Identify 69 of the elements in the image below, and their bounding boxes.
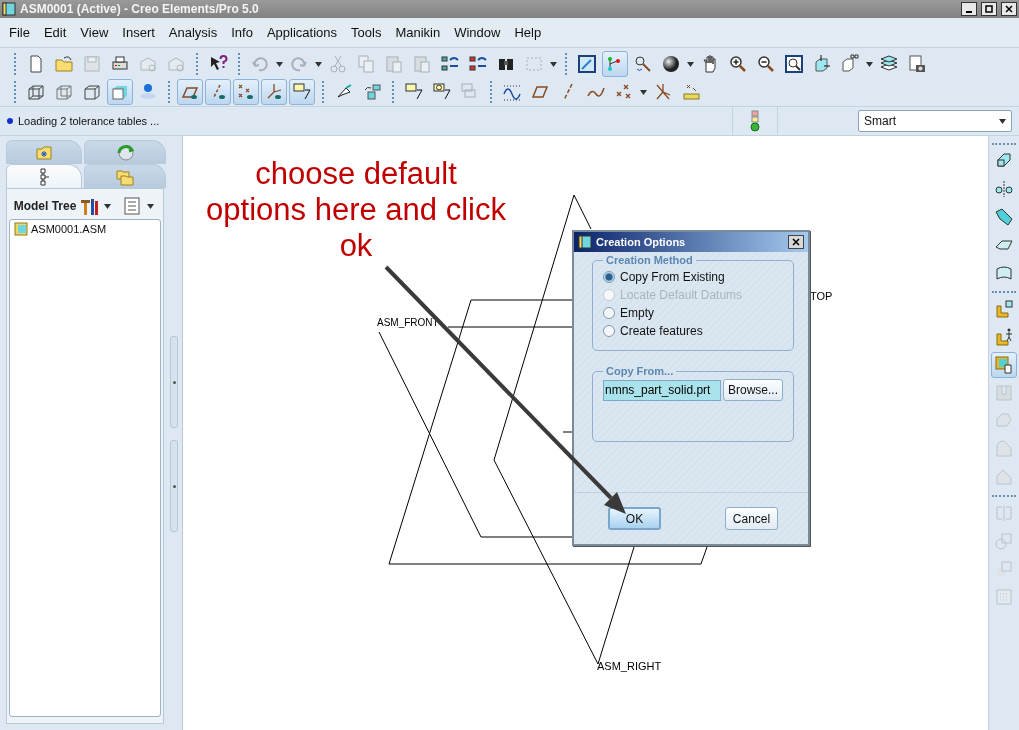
file-name-field[interactable]: nmns_part_solid.prt <box>603 379 721 401</box>
menu-item[interactable]: Info <box>224 25 260 40</box>
app-icon <box>2 2 16 16</box>
dialog-title: Creation Options <box>596 236 687 248</box>
menu-item[interactable]: Window <box>447 25 508 40</box>
annotation-display-icon[interactable] <box>289 79 315 105</box>
group-label: Copy From... <box>605 365 675 377</box>
create-component-icon[interactable] <box>991 352 1017 378</box>
radio-button[interactable] <box>603 307 615 319</box>
shaded-cube-icon[interactable] <box>107 79 133 105</box>
csys-display-icon[interactable] <box>261 79 287 105</box>
tree-item-label[interactable]: ASM0001.ASM <box>31 223 107 235</box>
tree-icon[interactable] <box>6 164 82 188</box>
close-icon <box>1005 5 1013 13</box>
window-title: ASM0001 (Active) - Creo Elements/Pro 5.0 <box>20 2 260 16</box>
status-message: Loading 2 tolerance tables ... <box>17 115 161 127</box>
dialog-icon <box>578 235 592 249</box>
maximize-button[interactable] <box>981 2 997 16</box>
assembly-icon <box>14 222 28 236</box>
annotation-line: options here and click <box>206 192 506 228</box>
splitter-handle[interactable] <box>170 440 178 532</box>
minimize-button[interactable] <box>961 2 977 16</box>
datum-label: TOP <box>810 290 833 302</box>
close-icon <box>792 238 800 246</box>
splitter-handle[interactable] <box>170 336 178 428</box>
model-tree-title: Model Tree <box>13 199 77 213</box>
annotation-line: choose default <box>255 156 457 192</box>
caret-icon[interactable] <box>640 89 647 95</box>
close-button[interactable] <box>1001 2 1017 16</box>
bullet-icon <box>6 117 14 125</box>
tools-icon[interactable] <box>79 196 100 216</box>
point-display-icon[interactable] <box>233 79 259 105</box>
filter-select[interactable]: Smart <box>858 110 1012 132</box>
menu-item[interactable]: Applications <box>259 25 345 40</box>
caret-icon[interactable] <box>104 203 112 209</box>
menu-item[interactable]: File <box>2 25 37 40</box>
menu-item[interactable]: Tools <box>344 25 389 40</box>
maximize-icon <box>985 5 993 13</box>
caret-icon[interactable] <box>147 203 155 209</box>
annotation-line: ok <box>339 228 373 264</box>
menu-item[interactable]: View <box>73 25 116 40</box>
refresh-icon[interactable] <box>84 140 166 164</box>
option-label[interactable]: Create features <box>620 324 703 338</box>
radio-button[interactable] <box>603 271 615 283</box>
menu-item[interactable]: Manikin <box>388 25 448 40</box>
caret-icon <box>999 118 1006 124</box>
caret-icon[interactable] <box>866 61 873 67</box>
close-button[interactable] <box>788 235 804 249</box>
menu-item[interactable]: Help <box>507 25 549 40</box>
group-label: Creation Method <box>605 254 694 266</box>
radio-button[interactable] <box>603 325 615 337</box>
ok-button[interactable]: OK <box>608 507 661 530</box>
browse-button[interactable]: Browse... <box>723 379 783 401</box>
option-label[interactable]: Copy From Existing <box>620 270 725 284</box>
option-label[interactable]: Empty <box>620 306 654 320</box>
plane-display-icon[interactable] <box>177 79 203 105</box>
traffic-light-icon <box>750 110 760 132</box>
caret-icon[interactable] <box>276 61 283 67</box>
menu-item[interactable]: Edit <box>36 25 74 40</box>
menu-item[interactable]: Insert <box>115 25 162 40</box>
caret-icon[interactable] <box>687 61 694 67</box>
caret-icon[interactable] <box>315 61 322 67</box>
menu-item[interactable]: Analysis <box>161 25 225 40</box>
cancel-button[interactable]: Cancel <box>725 507 778 530</box>
axis-display-icon[interactable] <box>205 79 231 105</box>
caret-icon[interactable] <box>550 61 557 67</box>
datum-label: ASM_FRONT <box>377 317 439 328</box>
datum-label: ASM_RIGHT <box>597 660 662 672</box>
spin-center-icon[interactable] <box>602 51 628 77</box>
